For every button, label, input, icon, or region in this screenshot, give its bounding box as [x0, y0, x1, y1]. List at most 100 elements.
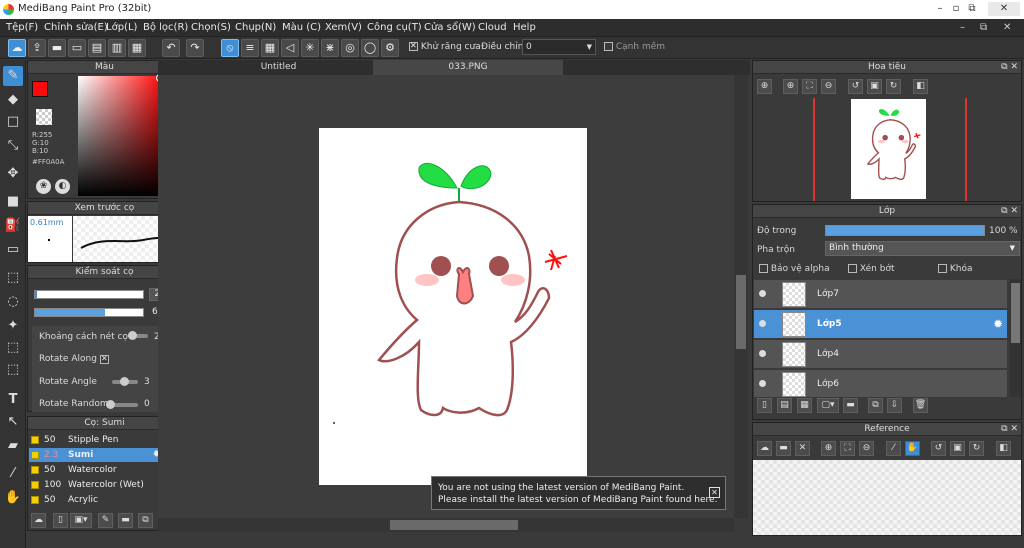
menu-edit[interactable]: Chỉnh sửa(E) [44, 22, 108, 33]
delete-layer-icon[interactable]: 🗑 [913, 398, 928, 413]
layer-list-scrollbar[interactable] [1010, 279, 1021, 397]
brush-list-item[interactable]: 100 Watercolor (Wet) [29, 478, 164, 492]
operation-tool-icon[interactable]: ↖ [3, 412, 23, 432]
eye-icon[interactable] [759, 290, 766, 297]
soft-edge-checkbox[interactable] [604, 42, 613, 51]
rotate-right-icon[interactable]: ↻ [886, 79, 901, 94]
layer-row[interactable]: Lớp4 [754, 340, 1007, 369]
layer-opacity-slider[interactable] [825, 225, 985, 236]
navigator-preview[interactable] [753, 98, 1021, 201]
panel-buttons-icon[interactable]: ⧉ ✕ [1001, 205, 1018, 218]
flip-icon[interactable]: ◧ [913, 79, 928, 94]
brush-opacity-slider[interactable] [34, 308, 144, 317]
chat-icon[interactable]: ▬ [48, 39, 66, 57]
minimize-button[interactable]: – [932, 2, 948, 16]
comment-icon[interactable]: ▭ [68, 39, 86, 57]
duplicate-layer-icon[interactable]: ⧉ [868, 398, 883, 413]
no-snap-icon[interactable]: ⦸ [221, 39, 239, 57]
ellipse-snap-icon[interactable]: ◯ [361, 39, 379, 57]
menu-layer[interactable]: Lớp(L) [106, 22, 137, 33]
merge-layer-icon[interactable]: ⇩ [887, 398, 902, 413]
document-icon[interactable]: ▤ [88, 39, 106, 57]
rotate-left-icon[interactable]: ↺ [848, 79, 863, 94]
menu-cloud[interactable]: Cloud [478, 22, 507, 33]
brush-size-slider[interactable] [34, 290, 144, 299]
new-brush-icon[interactable]: ▯ [53, 513, 68, 528]
gear-icon[interactable]: ✹ [993, 317, 1003, 331]
doc-close-button[interactable]: ✕ [1003, 22, 1011, 33]
fit-screen-icon[interactable]: ⛶ [802, 79, 817, 94]
canvas-horizontal-scrollbar[interactable] [158, 518, 734, 532]
eye-icon[interactable] [759, 350, 766, 357]
vertical-scroll-thumb[interactable] [736, 275, 746, 349]
soft-edge-option[interactable]: Cạnh mềm [604, 42, 665, 52]
antialias-checkbox[interactable] [409, 41, 418, 51]
rotate-random-slider[interactable] [106, 400, 138, 409]
cross-snap-icon[interactable]: ▦ [261, 39, 279, 57]
snap-settings-icon[interactable]: ⚙ [381, 39, 399, 57]
drawing-canvas[interactable] [319, 128, 587, 485]
color-palette-icon[interactable]: ❀ [36, 179, 51, 194]
radial-line-snap-icon[interactable]: ⋇ [321, 39, 339, 57]
reference-canvas[interactable] [753, 460, 1021, 535]
fit-screen-icon[interactable]: ⛶ [840, 441, 855, 456]
rotate-angle-slider[interactable] [112, 377, 138, 386]
foreground-color-swatch[interactable] [32, 81, 48, 97]
zoom-out-icon[interactable]: ⊖ [859, 441, 874, 456]
parallel-snap-icon[interactable]: ≡ [241, 39, 259, 57]
tab-untitled[interactable]: Untitled [196, 60, 361, 75]
rotate-along-checkbox[interactable] [100, 354, 109, 365]
rotate-right-icon[interactable]: ↻ [969, 441, 984, 456]
panel-buttons-icon[interactable]: ⧉ ✕ [1001, 423, 1018, 436]
hand-icon[interactable]: ✋ [905, 441, 920, 456]
redo-icon[interactable]: ↷ [186, 39, 204, 57]
zoom-out-icon[interactable]: ⊖ [821, 79, 836, 94]
eyedropper-icon[interactable]: ⁄ [886, 441, 901, 456]
folder-icon[interactable]: ▬ [843, 398, 858, 413]
lock-option[interactable]: Khóa [938, 264, 973, 274]
spacing-slider[interactable] [128, 331, 148, 340]
close-reference-icon[interactable]: ✕ [795, 441, 810, 456]
brush-list-item[interactable]: 50 Acrylic [29, 493, 164, 507]
eye-icon[interactable] [759, 380, 766, 387]
cloud-reference-icon[interactable]: ☁ [757, 441, 772, 456]
protect-alpha-option[interactable]: Bảo vệ alpha [759, 264, 830, 274]
update-notification[interactable]: You are not using the latest version of … [431, 476, 726, 510]
menu-tools[interactable]: Công cụ(T) [367, 22, 422, 33]
doc-minimize-button[interactable]: – [960, 22, 965, 33]
menu-file[interactable]: Tệp(F) [6, 22, 38, 33]
brush-list-item[interactable]: 50 Watercolor [29, 463, 164, 477]
menu-capture[interactable]: Chụp(N) [235, 22, 276, 33]
restore-icon-button[interactable]: ⧉ [964, 2, 980, 16]
select-rect-tool-icon[interactable]: ⬚ [3, 268, 23, 288]
menu-help[interactable]: Help [513, 22, 536, 33]
brush-tool-icon[interactable]: ✎ [3, 66, 23, 86]
doc-restore-button[interactable]: ⧉ [980, 22, 987, 33]
actual-size-icon[interactable]: ▣ [950, 441, 965, 456]
edit-brush-icon[interactable]: ✎ [98, 513, 113, 528]
cloud-icon[interactable]: ☁ [8, 39, 26, 57]
undo-icon[interactable]: ↶ [162, 39, 180, 57]
menu-select[interactable]: Chọn(S) [191, 22, 231, 33]
divide-tool-icon[interactable]: ▰ [3, 436, 23, 456]
menu-color[interactable]: Màu (C) [282, 22, 321, 33]
zoom-in-icon[interactable]: ⊕ [821, 441, 836, 456]
blend-mode-select[interactable]: Bình thường ▼ [825, 241, 1020, 256]
add-brush-icon[interactable]: ▣▾ [70, 513, 92, 528]
close-notification-icon[interactable]: ✕ [709, 487, 720, 498]
move-tool-icon[interactable]: ✥ [3, 164, 23, 184]
text-tool-icon[interactable]: T [3, 390, 23, 410]
gradient-tool-icon[interactable]: ▭ [3, 240, 23, 260]
tab-033-png[interactable]: 033.PNG [373, 60, 563, 75]
vanishing-snap-icon[interactable]: ◁ [281, 39, 299, 57]
zoom-in-icon[interactable]: ⊕ [757, 79, 772, 94]
menu-filter[interactable]: Bộ lọc(R) [143, 22, 188, 33]
menu-view[interactable]: Xem(V) [325, 22, 362, 33]
magic-wand-tool-icon[interactable]: ✦ [3, 316, 23, 336]
color-wheel-icon[interactable]: ◐ [55, 179, 70, 194]
canvas-vertical-scrollbar[interactable] [734, 75, 748, 518]
dot-line-tool-icon[interactable]: ⤡ [3, 136, 23, 156]
circle-snap-icon[interactable]: ◎ [341, 39, 359, 57]
save-icon[interactable]: ▥ [108, 39, 126, 57]
bucket-tool-icon[interactable]: ⛽ [3, 216, 23, 236]
